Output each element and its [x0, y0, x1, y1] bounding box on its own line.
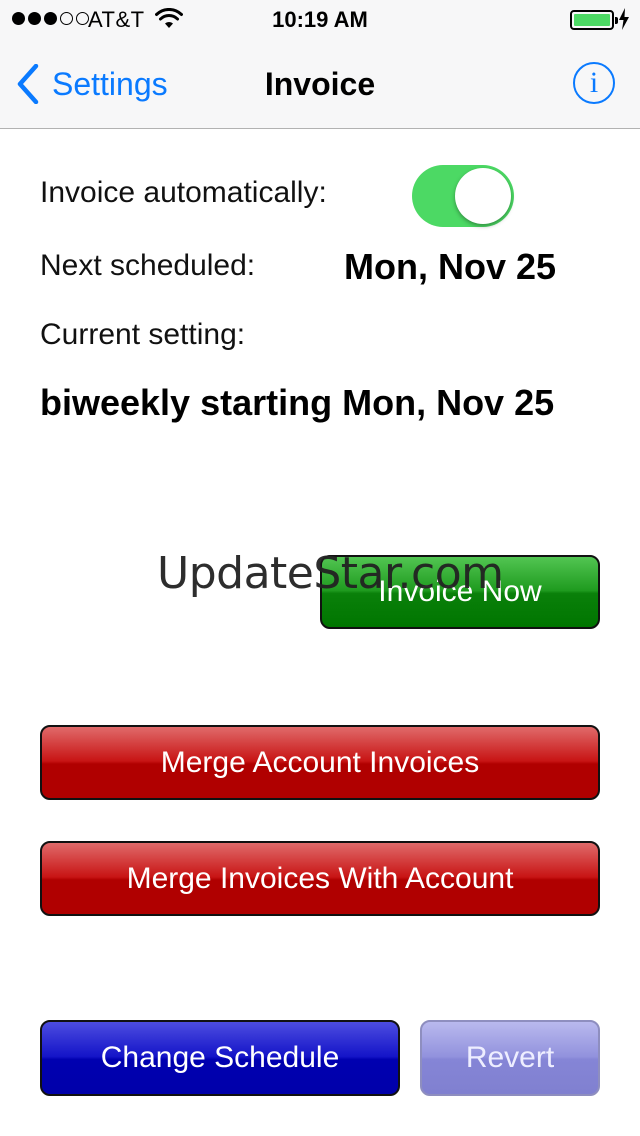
charging-bolt-icon	[619, 8, 629, 30]
next-scheduled-label: Next scheduled:	[40, 249, 256, 282]
status-bar: AT&T 10:19 AM	[0, 0, 640, 40]
page-title: Invoice	[264, 66, 376, 102]
toggle-knob	[455, 168, 511, 224]
top-bar: AT&T 10:19 AM Settings Invoice i	[0, 0, 640, 129]
next-scheduled-value: Mon, Nov 25	[344, 246, 557, 287]
merge-account-invoices-button[interactable]: Merge Account Invoices	[40, 725, 600, 800]
current-setting-value: biweekly starting Mon, Nov 25	[40, 382, 555, 423]
invoice-now-button[interactable]: Invoice Now	[320, 555, 600, 629]
change-schedule-button[interactable]: Change Schedule	[40, 1020, 400, 1096]
clock: 10:19 AM	[272, 7, 368, 32]
revert-button[interactable]: Revert	[420, 1020, 600, 1096]
battery-icon	[570, 10, 618, 30]
current-setting-label: Current setting:	[40, 318, 246, 351]
merge-invoices-with-account-button[interactable]: Merge Invoices With Account	[40, 841, 600, 916]
invoice-automatically-toggle[interactable]	[412, 165, 514, 227]
info-icon[interactable]: i	[573, 62, 615, 104]
invoice-automatically-label: Invoice automatically:	[40, 176, 327, 209]
